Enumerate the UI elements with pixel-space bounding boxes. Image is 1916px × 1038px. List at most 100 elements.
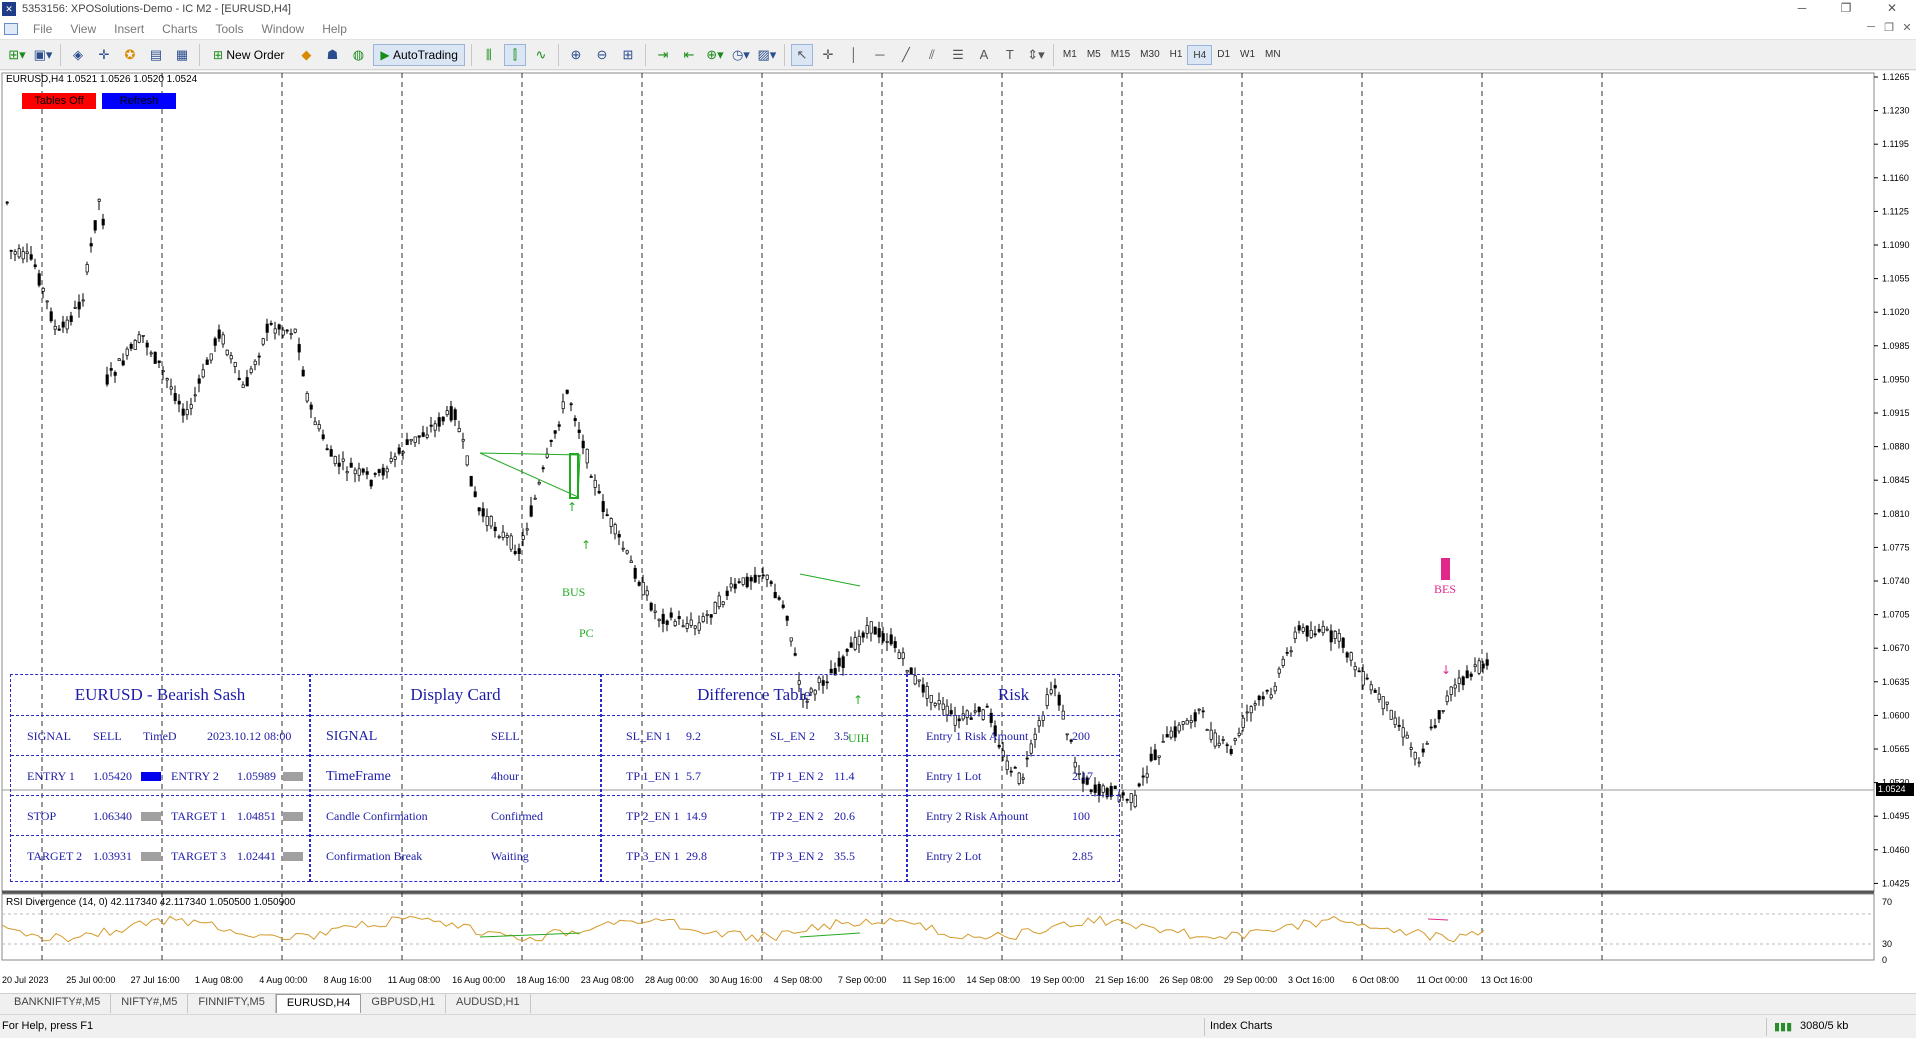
minimize-button[interactable]: ─ <box>1782 0 1822 18</box>
timeframe-mn[interactable]: MN <box>1260 45 1286 65</box>
timeframe-m15[interactable]: M15 <box>1106 45 1135 65</box>
profiles-icon[interactable]: ▣▾ <box>32 44 54 66</box>
time-tick-label: 13 Oct 16:00 <box>1481 975 1533 985</box>
tile-windows-icon[interactable]: ⊞ <box>617 44 639 66</box>
menu-help[interactable]: Help <box>313 22 356 36</box>
traffic-status: 3080/5 kb <box>1800 1020 1849 1032</box>
summary-row: TARGET 2 1.03931 TARGET 3 1.02441 <box>11 835 309 875</box>
candle-body <box>525 528 529 531</box>
zoom-out-icon[interactable]: ⊖ <box>591 44 613 66</box>
candle-body <box>1397 724 1401 727</box>
menu-insert[interactable]: Insert <box>105 22 153 36</box>
crosshair-icon[interactable]: ✛ <box>817 44 839 66</box>
market-watch-icon[interactable]: ◈ <box>67 44 89 66</box>
new-order-button[interactable]: ⊞ New Order <box>206 44 291 66</box>
tables-off-button[interactable]: Tables Off <box>22 93 96 109</box>
price-tick-label: 1.0565 <box>1882 744 1910 754</box>
tab-gbpusd[interactable]: GBPUSD,H1 <box>361 994 446 1013</box>
templates-icon[interactable]: ▨▾ <box>756 44 778 66</box>
timeframe-h4[interactable]: H4 <box>1187 44 1213 65</box>
tab-finnifty[interactable]: FINNIFTY,M5 <box>188 994 276 1013</box>
rsi-tick-label: 30 <box>1882 939 1892 949</box>
display-label: TimeFrame <box>326 769 391 784</box>
horizontal-line-icon[interactable]: ─ <box>869 44 891 66</box>
signals-icon[interactable]: ☗ <box>321 44 343 66</box>
time-tick-label: 19 Sep 00:00 <box>1031 975 1085 985</box>
menu-file[interactable]: File <box>24 22 61 36</box>
vertical-line-icon[interactable]: │ <box>843 44 865 66</box>
periods-icon[interactable]: ◷▾ <box>730 44 752 66</box>
candle-body <box>549 439 553 442</box>
candle-body <box>1173 726 1177 738</box>
mdi-close-button[interactable]: ✕ <box>1898 21 1916 34</box>
candle-body <box>873 626 877 635</box>
text-icon[interactable]: A <box>973 44 995 66</box>
help-text: For Help, press F1 <box>2 1020 94 1032</box>
trendline-icon[interactable]: ╱ <box>895 44 917 66</box>
bearish-candle-highlight <box>1441 558 1450 580</box>
tab-nifty[interactable]: NIFTY#,M5 <box>111 994 189 1013</box>
candle-body <box>353 469 357 475</box>
timeframe-m30[interactable]: M30 <box>1135 45 1164 65</box>
tab-eurusd[interactable]: EURUSD,H4 <box>275 994 362 1013</box>
line-chart-icon[interactable]: ∿ <box>530 44 552 66</box>
strategy-tester-icon[interactable]: ▦ <box>171 44 193 66</box>
arrows-icon[interactable]: ⇕▾ <box>1025 44 1047 66</box>
timeframe-h1[interactable]: H1 <box>1165 45 1188 65</box>
candlestick-icon[interactable]: ⫿ <box>503 43 526 66</box>
candle-body <box>1149 753 1153 761</box>
profile-name[interactable]: Index Charts <box>1210 1020 1272 1032</box>
chart-window[interactable]: 1.1265 1.1230 1.1195 1.1160 1.1125 1.1090 1.10… <box>0 71 1916 998</box>
candle-body <box>141 334 145 337</box>
restore-button[interactable]: ❐ <box>1826 0 1866 18</box>
refresh-button[interactable]: Refresh <box>102 93 176 109</box>
navigator-icon[interactable]: ✪ <box>119 44 141 66</box>
new-chart-icon[interactable]: ⊞▾ <box>6 44 28 66</box>
text-label-icon[interactable]: T <box>999 44 1021 66</box>
timeframe-m1[interactable]: M1 <box>1058 45 1082 65</box>
candle-body <box>333 456 337 465</box>
sell-arrow-icon: ↓ <box>1441 663 1451 677</box>
menu-charts[interactable]: Charts <box>153 22 206 36</box>
equidistant-channel-icon[interactable]: ⫽ <box>921 44 943 66</box>
difference-label-1: SL_EN 1 <box>626 729 671 743</box>
metaeditor-icon[interactable]: ◆ <box>295 44 317 66</box>
candle-body <box>417 435 421 438</box>
candle-body <box>133 340 137 350</box>
zoom-in-icon[interactable]: ⊕ <box>565 44 587 66</box>
mdi-minimize-button[interactable]: ─ <box>1862 21 1880 33</box>
candle-body <box>1141 775 1145 778</box>
candle-body <box>761 574 765 577</box>
vps-icon[interactable]: ◍ <box>347 44 369 66</box>
entry2-swatch <box>283 772 303 781</box>
candle-body <box>785 615 789 621</box>
price-tick-label: 1.0985 <box>1882 341 1910 351</box>
pattern-triangle <box>479 452 581 498</box>
candle-body <box>725 590 729 596</box>
auto-trading-button[interactable]: ▶ AutoTrading <box>373 43 465 66</box>
candle-body <box>157 360 161 363</box>
close-button[interactable]: ✕ <box>1872 0 1912 18</box>
menu-view[interactable]: View <box>61 22 105 36</box>
menu-tools[interactable]: Tools <box>207 22 253 36</box>
indicators-icon[interactable]: ⊕▾ <box>704 44 726 66</box>
menu-window[interactable]: Window <box>253 22 314 36</box>
data-window-icon[interactable]: ✛ <box>93 44 115 66</box>
cursor-icon[interactable]: ↖ <box>790 43 813 66</box>
bar-chart-icon[interactable]: ⫼ <box>478 44 500 66</box>
timeframe-d1[interactable]: D1 <box>1212 45 1235 65</box>
timeframe-m5[interactable]: M5 <box>1082 45 1106 65</box>
bes-annotation: BES <box>1434 582 1457 596</box>
target1-swatch <box>283 812 303 821</box>
candle-body <box>665 620 669 625</box>
tab-audusd[interactable]: AUDUSD,H1 <box>446 994 531 1013</box>
timeframe-w1[interactable]: W1 <box>1235 45 1260 65</box>
mdi-restore-button[interactable]: ❐ <box>1880 21 1898 34</box>
chart-shift-icon[interactable]: ⇤ <box>678 44 700 66</box>
tab-banknifty[interactable]: BANKNIFTY#,M5 <box>4 994 112 1013</box>
candle-body <box>605 514 609 516</box>
candle-body <box>365 471 369 475</box>
fibonacci-icon[interactable]: ☰ <box>947 44 969 66</box>
terminal-icon[interactable]: ▤ <box>145 44 167 66</box>
auto-scroll-icon[interactable]: ⇥ <box>652 44 674 66</box>
